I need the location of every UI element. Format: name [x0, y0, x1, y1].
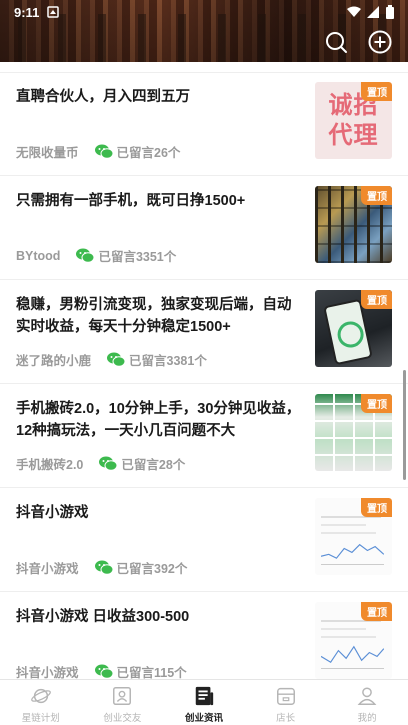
nav-label: 创业交友 — [103, 713, 142, 724]
item-source: 无限收量币 — [16, 146, 79, 160]
item-title: 手机搬砖2.0，10分钟上手，30分钟见收益，12种搞玩法，一天小几百问题不大 — [16, 401, 301, 439]
wechat-icon — [107, 352, 126, 367]
thumbnail-line — [321, 636, 376, 638]
pinned-badge: 置顶 — [361, 290, 392, 309]
news-icon — [195, 686, 214, 706]
thumbnail-chart — [321, 543, 384, 565]
thumbnail-chart — [321, 645, 384, 669]
nav-label: 星链计划 — [21, 713, 60, 724]
header-banner: 9:11 — [0, 0, 408, 62]
wechat-icon — [94, 144, 113, 159]
item-title: 稳赚，男粉引流变现，独家变现后端，自动实时收益，每天十分钟稳定1500+ — [16, 297, 292, 335]
nav-item-startup-news[interactable]: 创业资讯 — [163, 680, 245, 725]
item-title: 只需拥有一部手机，既可日挣1500+ — [16, 193, 246, 209]
item-comments: 已留言3381个 — [129, 354, 207, 368]
item-source: BYtood — [16, 248, 61, 263]
item-source: 手机搬砖2.0 — [16, 458, 84, 472]
nav-item-startup-friends[interactable]: 创业交友 — [82, 680, 164, 725]
item-comments: 已留言392个 — [116, 562, 188, 576]
status-time: 9:11 — [14, 4, 40, 20]
item-thumbnail: 诚招 代理 置顶 — [315, 82, 392, 159]
thumbnail-text: 代理 — [328, 121, 379, 149]
item-thumbnail: 置顶 — [315, 602, 392, 679]
nav-item-star-chain[interactable]: 星链计划 — [0, 680, 82, 725]
signal-icon — [367, 6, 379, 18]
item-title: 抖音小游戏 日收益300-500 — [16, 609, 190, 625]
thumbnail-line — [321, 532, 376, 534]
notification-icon — [47, 6, 60, 18]
shop-icon — [276, 687, 295, 705]
item-comments: 已留言3351个 — [98, 250, 177, 264]
item-thumbnail: 置顶 — [315, 394, 392, 471]
news-feed: 直聘合伙人，月入四到五万 无限收量币 已留言26个 诚招 代理 置顶 只需拥有一… — [0, 72, 408, 696]
wechat-icon — [99, 456, 118, 471]
wechat-icon — [94, 664, 113, 679]
battery-icon — [386, 5, 394, 19]
list-item[interactable]: 手机搬砖2.0，10分钟上手，30分钟见收益，12种搞玩法，一天小几百问题不大 … — [0, 384, 408, 488]
item-thumbnail: 置顶 — [315, 290, 392, 367]
thumbnail-line — [321, 628, 366, 630]
item-comments: 已留言28个 — [121, 458, 186, 472]
list-item[interactable]: 抖音小游戏 抖音小游戏 已留言392个 置顶 — [0, 488, 408, 592]
pinned-badge: 置顶 — [361, 498, 392, 517]
item-meta: 抖音小游戏 已留言392个 — [16, 558, 187, 577]
item-meta: 无限收量币 已留言26个 — [16, 142, 180, 161]
wechat-icon — [76, 248, 95, 263]
wifi-icon — [347, 6, 361, 17]
item-meta: BYtood 已留言3351个 — [16, 246, 176, 265]
list-item[interactable]: 只需拥有一部手机，既可日挣1500+ BYtood 已留言3351个 置顶 — [0, 176, 408, 280]
pinned-badge: 置顶 — [361, 82, 392, 101]
pinned-badge: 置顶 — [361, 602, 392, 621]
pinned-badge: 置顶 — [361, 394, 392, 413]
item-comments: 已留言26个 — [116, 146, 181, 160]
item-title: 抖音小游戏 — [16, 505, 89, 521]
list-item[interactable]: 稳赚，男粉引流变现，独家变现后端，自动实时收益，每天十分钟稳定1500+ 迷了路… — [0, 280, 408, 384]
nav-label: 我的 — [357, 713, 377, 724]
item-source: 抖音小游戏 — [16, 562, 79, 576]
bottom-nav: 星链计划 创业交友 创业资讯 店长 我的 — [0, 679, 408, 725]
item-meta: 迷了路的小鹿 已留言3381个 — [16, 350, 207, 369]
thumbnail-line — [321, 524, 366, 526]
profile-icon — [357, 687, 377, 705]
status-bar: 9:11 — [0, 0, 408, 24]
item-title: 直聘合伙人，月入四到五万 — [16, 89, 190, 105]
nav-label: 店长 — [276, 713, 296, 724]
contact-card-icon — [113, 687, 132, 705]
item-source: 迷了路的小鹿 — [16, 354, 92, 368]
nav-label: 创业资讯 — [184, 713, 223, 724]
list-item[interactable]: 直聘合伙人，月入四到五万 无限收量币 已留言26个 诚招 代理 置顶 — [0, 72, 408, 176]
wechat-icon — [94, 560, 113, 575]
search-icon[interactable] — [324, 30, 348, 54]
nav-item-shop-owner[interactable]: 店长 — [245, 680, 327, 725]
planet-icon — [30, 688, 51, 704]
nav-item-mine[interactable]: 我的 — [326, 680, 408, 725]
pinned-badge: 置顶 — [361, 186, 392, 205]
add-circle-icon[interactable] — [368, 30, 392, 54]
item-meta: 手机搬砖2.0 已留言28个 — [16, 454, 185, 473]
item-thumbnail: 置顶 — [315, 498, 392, 575]
scrollbar[interactable] — [403, 370, 406, 480]
item-thumbnail: 置顶 — [315, 186, 392, 263]
